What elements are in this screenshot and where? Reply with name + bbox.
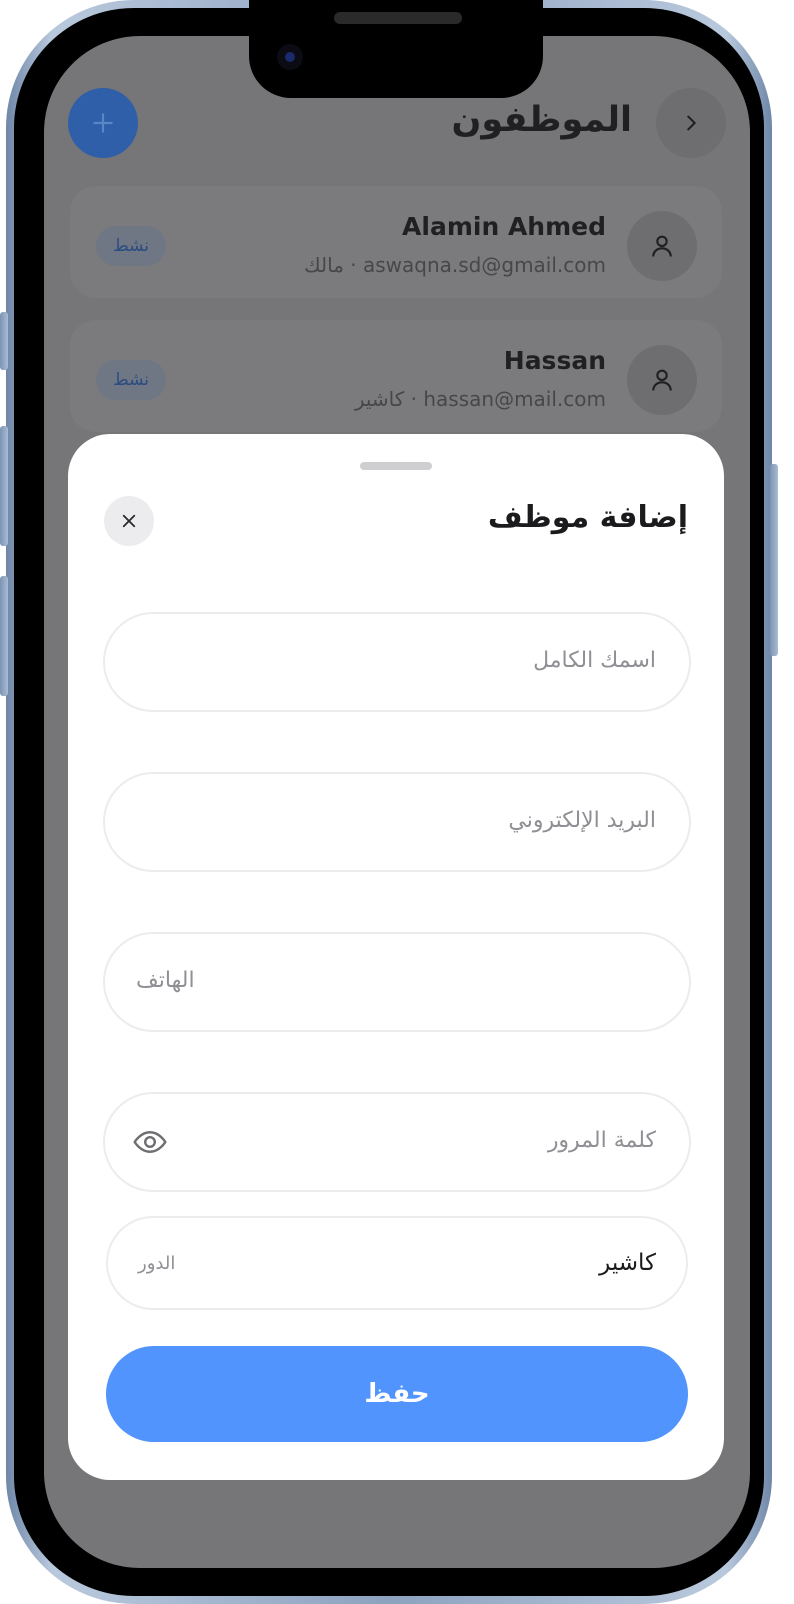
sheet-grabber[interactable] [360, 462, 432, 470]
sheet-title: إضافة موظف [487, 500, 688, 535]
user-icon [652, 369, 672, 391]
employee-card[interactable] [70, 320, 722, 432]
close-icon [122, 514, 136, 528]
toggle-password-visibility[interactable] [132, 1124, 168, 1160]
avatar [627, 345, 697, 415]
save-button[interactable]: حفظ [106, 1346, 688, 1442]
employee-subtitle: aswaqna.sd@gmail.com · مالك [304, 253, 606, 277]
avatar [627, 211, 697, 281]
chevron-right-icon [687, 115, 696, 131]
eye-icon [133, 1131, 167, 1153]
front-camera [277, 44, 303, 70]
password-placeholder: كلمة المرور [547, 1128, 656, 1153]
mute-switch [0, 312, 8, 370]
employee-card[interactable] [70, 186, 722, 298]
phone-placeholder: الهاتف [136, 968, 195, 993]
power-button [770, 464, 778, 656]
status-badge: نشط [96, 226, 166, 266]
volume-up-button [0, 426, 8, 546]
close-button[interactable] [104, 496, 154, 546]
email-placeholder: البريد الإلكتروني [508, 808, 656, 833]
employee-subtitle: hassan@mail.com · كاشير [354, 387, 606, 411]
volume-down-button [0, 576, 8, 696]
speaker-grille [334, 12, 462, 24]
page-title: الموظفون [451, 100, 632, 140]
status-badge: نشط [96, 360, 166, 400]
back-button[interactable] [656, 88, 726, 158]
role-value: كاشير [599, 1250, 656, 1276]
plus-icon [93, 113, 113, 133]
role-label: الدور [138, 1253, 176, 1274]
employee-name: Hassan [503, 346, 606, 375]
user-icon [652, 235, 672, 257]
employee-name: Alamin Ahmed [402, 212, 606, 241]
add-employee-button[interactable] [68, 88, 138, 158]
full-name-placeholder: اسمك الكامل [533, 648, 656, 673]
